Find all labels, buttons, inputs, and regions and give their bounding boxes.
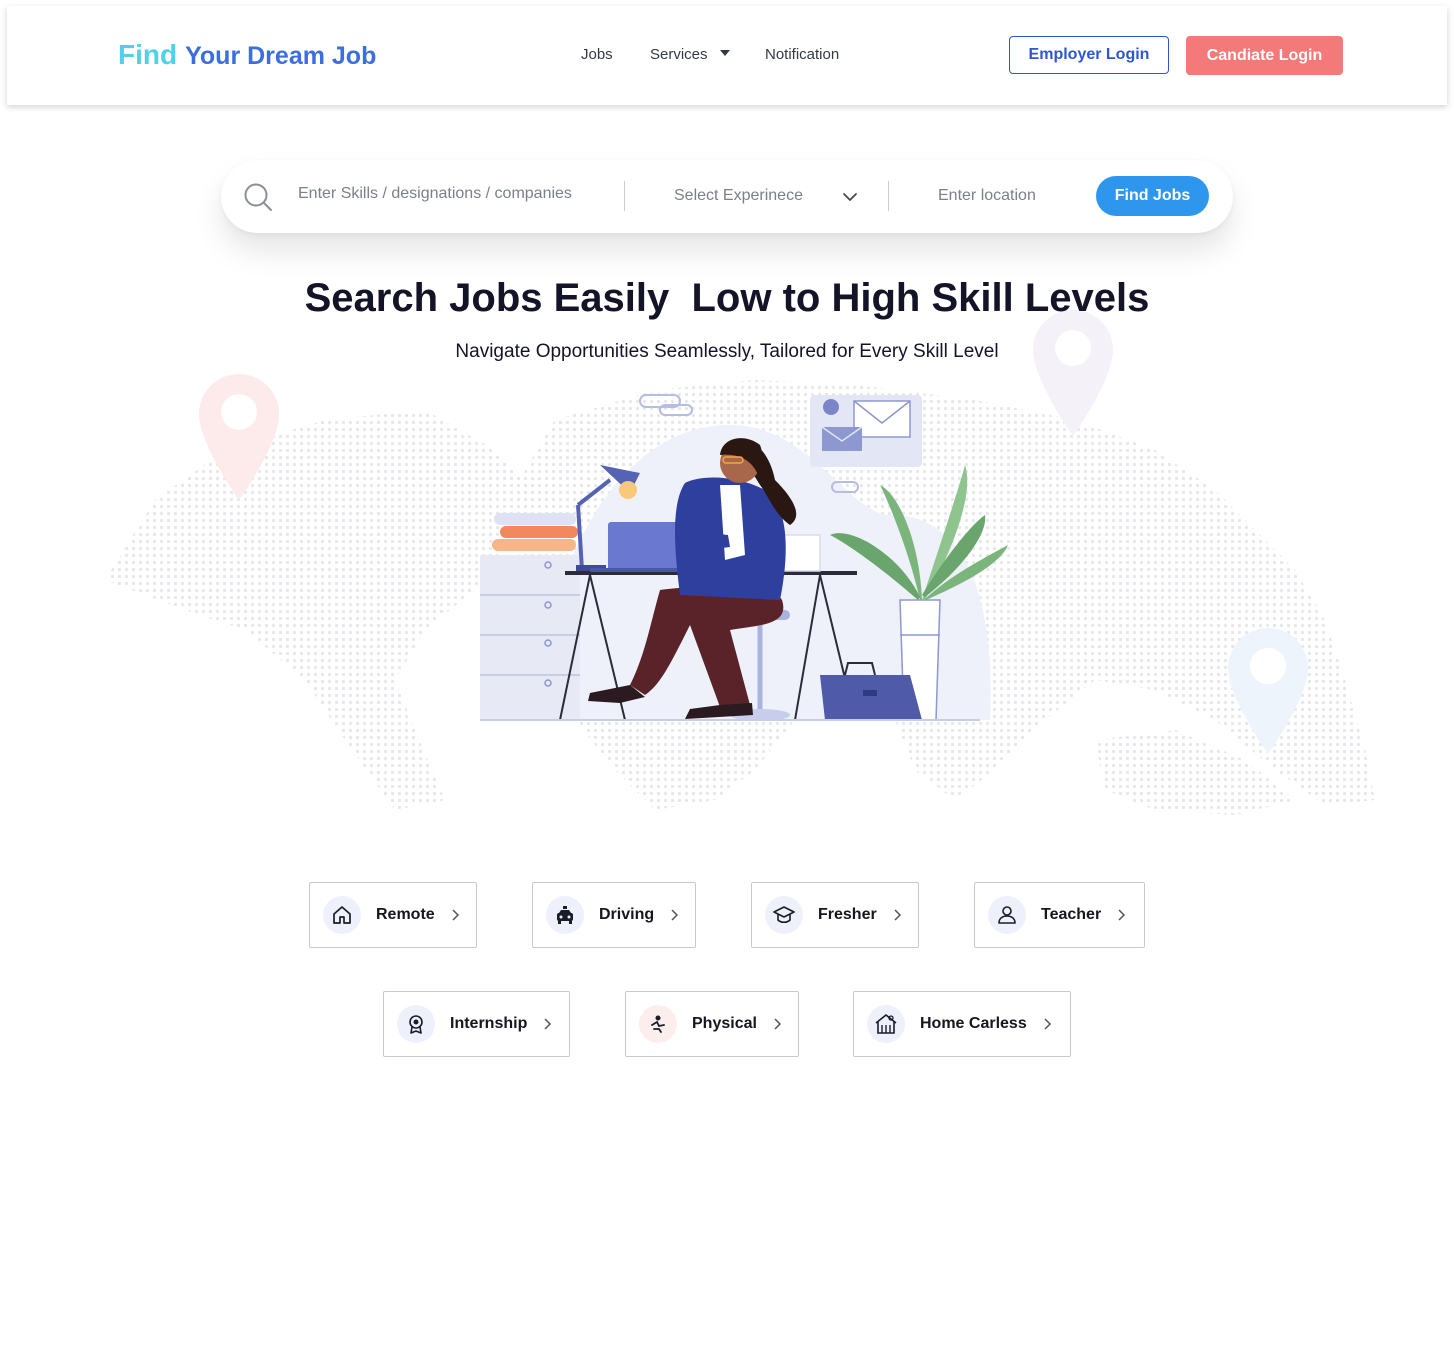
location-input[interactable]: Enter location [938, 187, 1036, 205]
nav-notification[interactable]: Notification [765, 46, 839, 63]
category-label: Teacher [1041, 906, 1102, 923]
chevron-right-icon [1118, 909, 1126, 921]
find-jobs-button[interactable]: Find Jobs [1096, 176, 1209, 216]
hero-title: Search Jobs Easily Low to High Skill Lev… [304, 276, 1150, 320]
accessibility-icon [639, 1005, 677, 1043]
category-label: Driving [599, 906, 655, 923]
experience-select[interactable]: Select Experinece [674, 187, 803, 205]
chevron-right-icon [544, 1018, 552, 1030]
chevron-right-icon [774, 1018, 781, 1030]
category-label: Home Carless [920, 1015, 1027, 1032]
logo-dream-job: Your Dream Job [185, 42, 377, 70]
search-divider [888, 181, 889, 211]
category-remote[interactable]: Remote [309, 882, 477, 948]
house-building-icon [867, 1005, 905, 1043]
graduation-cap-icon [765, 896, 803, 934]
chevron-right-icon [1044, 1018, 1051, 1030]
search-divider [624, 181, 625, 211]
nav-services[interactable]: Services [650, 46, 730, 63]
hero-subtitle: Navigate Opportunities Seamlessly, Tailo… [455, 341, 999, 362]
user-icon [988, 896, 1026, 934]
candidate-login-button[interactable]: Candiate Login [1186, 36, 1343, 75]
nav-services-label: Services [650, 46, 708, 63]
chevron-right-icon [671, 909, 679, 921]
job-search-bar: Enter Skills / designations / companies … [221, 160, 1233, 233]
woman-at-desk-illustration [480, 394, 1008, 721]
chevron-down-icon[interactable] [842, 189, 858, 205]
search-icon [244, 183, 272, 211]
category-teacher[interactable]: Teacher [974, 882, 1145, 948]
logo-find: Find [118, 39, 178, 70]
award-badge-icon [397, 1005, 435, 1043]
home-icon [323, 896, 361, 934]
top-header: Find Your Dream Job Jobs Services Notific… [7, 6, 1447, 105]
employer-login-button[interactable]: Employer Login [1009, 36, 1169, 74]
category-label: Internship [450, 1015, 528, 1032]
category-label: Fresher [818, 906, 877, 923]
chevron-right-icon [894, 909, 901, 921]
category-label: Physical [692, 1015, 757, 1032]
category-home-carless[interactable]: Home Carless [853, 991, 1071, 1057]
caret-down-icon [719, 50, 730, 56]
map-pin-icon [1033, 310, 1113, 436]
map-pin-icon [199, 374, 279, 500]
category-label: Remote [376, 906, 435, 923]
category-internship[interactable]: Internship [383, 991, 570, 1057]
taxi-icon [546, 896, 584, 934]
category-driving[interactable]: Driving [532, 882, 696, 948]
category-physical[interactable]: Physical [625, 991, 799, 1057]
map-pin-icon [1228, 628, 1308, 754]
skills-search-input[interactable]: Enter Skills / designations / companies [298, 185, 572, 203]
site-logo[interactable]: Find Your Dream Job [118, 39, 376, 71]
nav-jobs[interactable]: Jobs [581, 46, 613, 63]
chevron-right-icon [452, 909, 459, 921]
category-fresher[interactable]: Fresher [751, 882, 919, 948]
